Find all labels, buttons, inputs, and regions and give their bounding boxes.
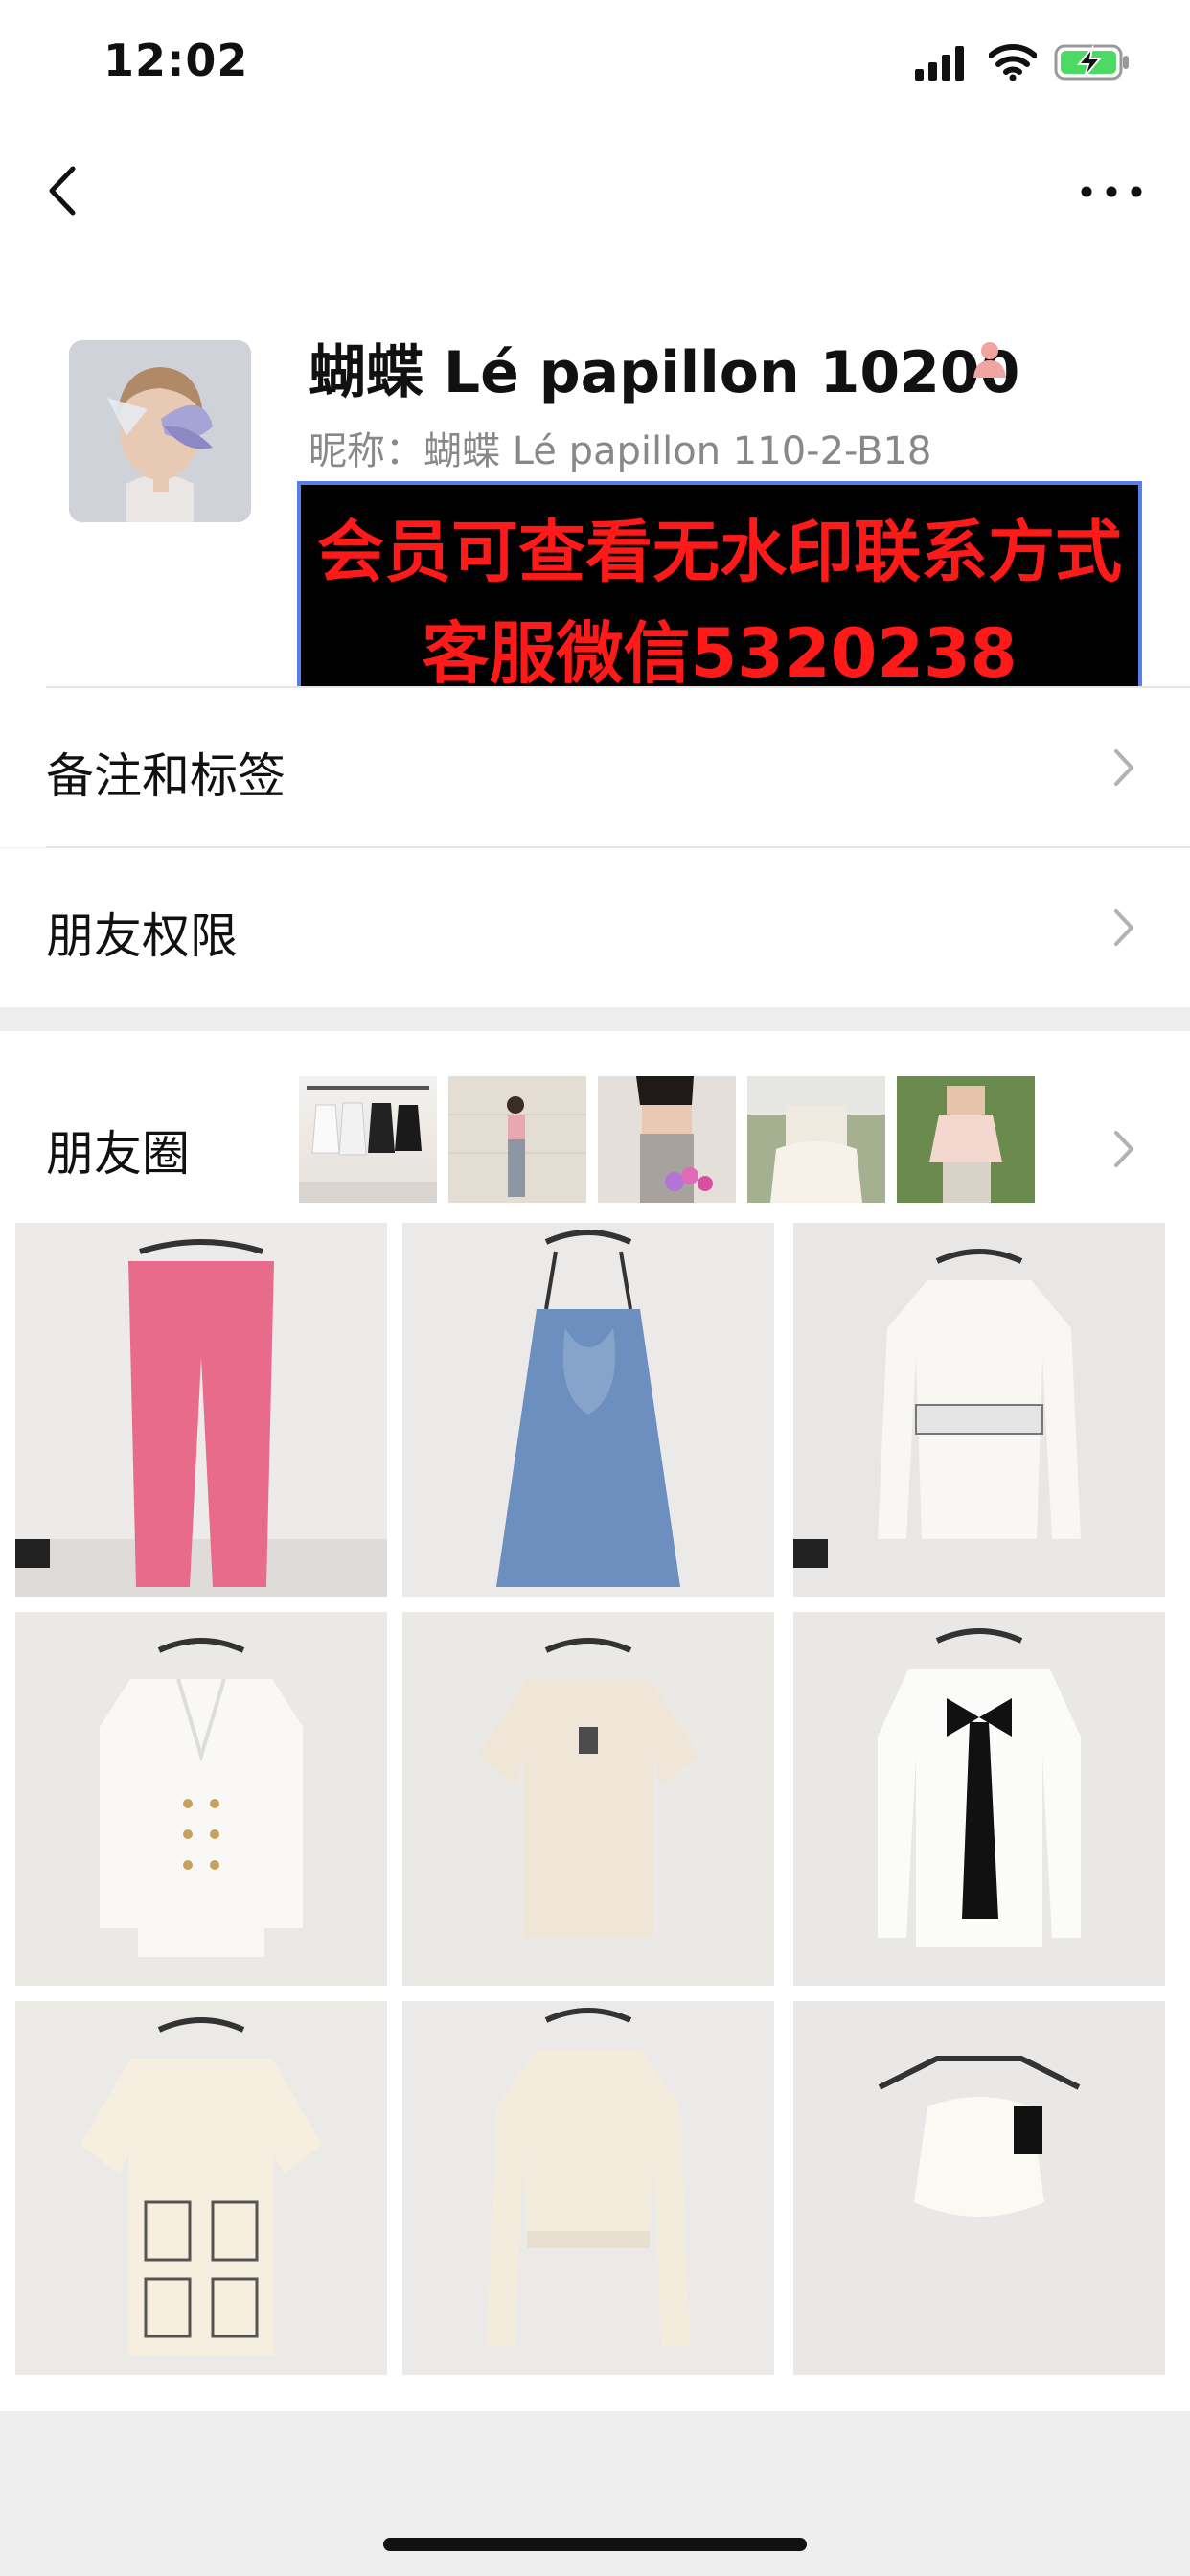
bottom-area — [0, 2411, 1190, 2576]
moments-photo-grid — [15, 1223, 1171, 2402]
photo-grid-item[interactable] — [15, 1223, 387, 1597]
photo-grid-item[interactable] — [15, 1612, 387, 1986]
avatar-image — [69, 340, 251, 522]
battery-charging-icon — [1054, 44, 1129, 80]
photo-grid-item[interactable] — [402, 2001, 774, 2375]
watermark-banner: 会员可查看无水印联系方式 客服微信5320238 — [297, 481, 1142, 698]
wifi-icon — [989, 44, 1037, 80]
contact-profile-page: 12:02 蝴蝶 Lé papillon 10200 昵称：蝴蝶 Lé papi… — [0, 0, 1190, 2576]
photo-grid-item[interactable] — [402, 1612, 774, 1986]
person-icon — [973, 342, 1006, 378]
more-options-button[interactable] — [1073, 172, 1150, 211]
row-friend-permissions[interactable]: 朋友权限 — [0, 848, 1190, 1007]
photo-grid-item[interactable] — [793, 1612, 1165, 1986]
moments-thumbnail — [299, 1076, 437, 1203]
moments-thumbnail — [897, 1076, 1035, 1203]
moments-thumbnail — [448, 1076, 586, 1203]
banner-line-1: 会员可查看无水印联系方式 — [317, 513, 1122, 591]
photo-grid-item[interactable] — [793, 2001, 1165, 2375]
avatar[interactable] — [69, 340, 251, 522]
row-label: 备注和标签 — [46, 748, 286, 804]
status-bar: 12:02 — [0, 0, 1190, 134]
profile-name: 蝴蝶 Lé papillon 10200 — [309, 339, 1020, 406]
moments-section: 朋友圈 — [0, 1031, 1190, 2411]
chevron-right-icon — [1114, 909, 1133, 946]
moments-label: 朋友圈 — [46, 1126, 190, 1182]
status-time: 12:02 — [103, 34, 249, 86]
moments-row[interactable]: 朋友圈 — [0, 1031, 1190, 1213]
row-remarks-and-tags[interactable]: 备注和标签 — [0, 688, 1190, 847]
chevron-right-icon — [1114, 749, 1133, 786]
photo-grid-item[interactable] — [402, 1223, 774, 1597]
nickname: 昵称：蝴蝶 Lé papillon 110-2-B18 — [309, 429, 932, 473]
profile-section: 蝴蝶 Lé papillon 10200 昵称：蝴蝶 Lé papillon 1… — [0, 249, 1190, 698]
signal-icon — [915, 46, 964, 80]
moments-thumbnail — [598, 1071, 736, 1203]
nav-bar — [0, 134, 1190, 249]
moments-thumbnail — [747, 1076, 885, 1203]
back-button[interactable] — [38, 157, 96, 224]
photo-grid-item[interactable] — [15, 2001, 387, 2375]
banner-line-2: 客服微信5320238 — [422, 614, 1018, 693]
row-label: 朋友权限 — [46, 908, 238, 964]
photo-grid-item[interactable] — [793, 1223, 1165, 1597]
home-indicator[interactable] — [383, 2538, 807, 2551]
chevron-right-icon — [1114, 1131, 1133, 1167]
